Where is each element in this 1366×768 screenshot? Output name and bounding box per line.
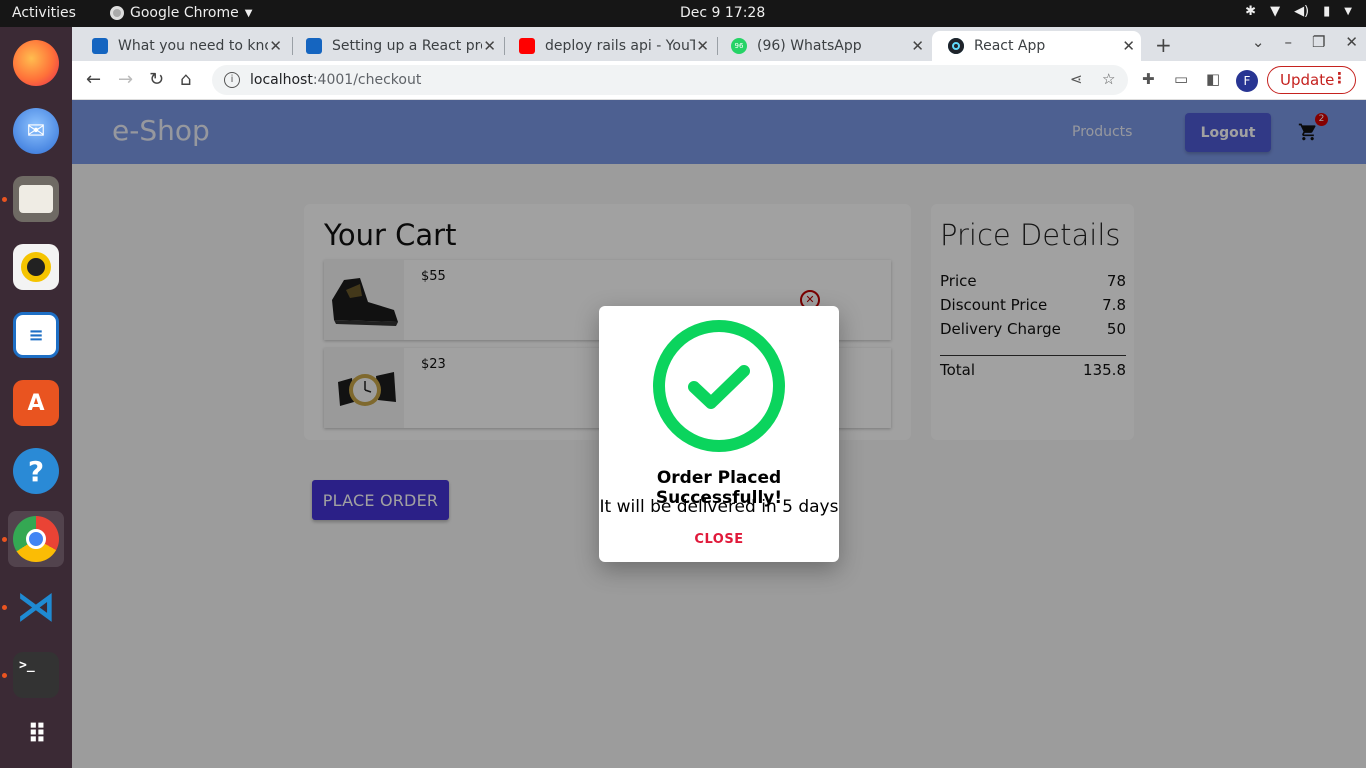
update-button[interactable]: Update ⋮: [1267, 66, 1356, 94]
extensions-icon[interactable]: ✚: [1142, 70, 1155, 88]
dialog-message: It will be delivered in 5 days: [599, 497, 839, 517]
dock-files[interactable]: [8, 171, 64, 227]
tab-3[interactable]: 96 (96) WhatsApp ✕: [715, 31, 930, 61]
window-controls: ⌄ – ❐ ✕: [1252, 33, 1358, 51]
dock-chrome[interactable]: [8, 511, 64, 567]
new-tab-button[interactable]: +: [1155, 33, 1172, 57]
tab-0[interactable]: What you need to know ✕: [76, 31, 288, 61]
order-success-dialog: Order Placed Successfully! It will be de…: [599, 306, 839, 562]
running-indicator: [2, 197, 7, 202]
tab-label: React App: [974, 38, 1046, 54]
writer-icon: ≡: [13, 312, 59, 358]
maximize-button[interactable]: ❐: [1312, 33, 1325, 51]
update-label: Update: [1280, 71, 1335, 89]
dock-writer[interactable]: ≡: [8, 307, 64, 363]
forward-button[interactable]: →: [118, 69, 133, 90]
dock-vscode[interactable]: ⋊: [8, 579, 64, 635]
thunderbird-icon: ✉: [13, 108, 59, 154]
tab-label: deploy rails api - YouTube: [545, 38, 695, 54]
react-favicon-icon: [948, 38, 964, 54]
close-tab-icon[interactable]: ✕: [696, 37, 709, 55]
profile-avatar[interactable]: F: [1236, 70, 1258, 92]
side-panel-icon[interactable]: ◧: [1206, 70, 1220, 88]
battery-icon: ▮: [1323, 4, 1331, 19]
close-tab-icon[interactable]: ✕: [911, 37, 924, 55]
dock-firefox[interactable]: [8, 35, 64, 91]
vscode-icon: ⋊: [16, 584, 56, 630]
dock-thunderbird[interactable]: ✉: [8, 103, 64, 159]
help-icon: ?: [13, 448, 59, 494]
url-host: localhost: [250, 72, 313, 88]
app-menu[interactable]: Google Chrome ▼: [110, 5, 252, 21]
dock-terminal[interactable]: >_: [8, 647, 64, 703]
whatsapp-favicon-icon: 96: [731, 38, 747, 54]
app-grid-icon: ⠿: [26, 720, 47, 750]
tab-1[interactable]: Setting up a React project ✕: [290, 31, 502, 61]
tab-strip: What you need to know ✕ Setting up a Rea…: [72, 27, 1366, 61]
dock-software[interactable]: A: [8, 375, 64, 431]
url-path: :4001/checkout: [312, 72, 422, 88]
video-favicon-icon: [306, 38, 322, 54]
web-page: e-Shop Products Logout 2 Your Cart $55 ✕…: [72, 100, 1366, 768]
dialog-close-button[interactable]: CLOSE: [599, 532, 839, 547]
running-indicator: [2, 537, 7, 542]
tab-label: What you need to know: [118, 38, 268, 54]
clock[interactable]: Dec 9 17:28: [680, 5, 765, 21]
power-menu-icon: ▼: [1344, 6, 1352, 17]
tab-4-active[interactable]: React App ✕: [932, 31, 1141, 61]
app-menu-label: Google Chrome: [130, 5, 239, 21]
running-indicator: [2, 673, 7, 678]
success-check-icon: [651, 319, 787, 459]
dock: ✉ ≡ A ? ⋊ >_ ⠿: [0, 27, 72, 768]
volume-icon: ◀): [1294, 4, 1310, 19]
menu-dots-icon: ⋮: [1332, 69, 1347, 87]
share-icon[interactable]: ⋖: [1070, 70, 1083, 88]
browser-window: What you need to know ✕ Setting up a Rea…: [72, 27, 1366, 768]
firefox-icon: [13, 40, 59, 86]
dock-rhythmbox[interactable]: [8, 239, 64, 295]
close-window-button[interactable]: ✕: [1345, 33, 1358, 51]
rhythmbox-icon: [13, 244, 59, 290]
tab-label: (96) WhatsApp: [757, 38, 862, 54]
chrome-small-icon: [110, 6, 124, 20]
home-button[interactable]: ⌂: [180, 69, 191, 90]
tab-2[interactable]: deploy rails api - YouTube ✕: [503, 31, 715, 61]
close-tab-icon[interactable]: ✕: [269, 37, 282, 55]
system-tray[interactable]: ✱ ▼ ◀) ▮ ▼: [1245, 4, 1352, 19]
site-info-icon[interactable]: i: [224, 72, 240, 88]
cast-icon[interactable]: ▭: [1174, 70, 1188, 88]
address-bar[interactable]: i localhost:4001/checkout: [212, 65, 1128, 95]
chrome-icon: [13, 516, 59, 562]
close-tab-icon[interactable]: ✕: [483, 37, 496, 55]
tab-label: Setting up a React project: [332, 38, 482, 54]
network-activity-icon: ✱: [1245, 4, 1257, 19]
terminal-icon: >_: [13, 652, 59, 698]
close-tab-icon[interactable]: ✕: [1122, 37, 1135, 55]
bookmark-star-icon[interactable]: ☆: [1102, 70, 1115, 88]
youtube-favicon-icon: [519, 38, 535, 54]
system-top-bar: Activities Google Chrome ▼ Dec 9 17:28 ✱…: [0, 0, 1366, 27]
wifi-icon: ▼: [1270, 4, 1281, 19]
caret-down-icon: ▼: [244, 7, 253, 19]
video-favicon-icon: [92, 38, 108, 54]
software-bag-icon: A: [13, 380, 59, 426]
files-icon: [13, 176, 59, 222]
running-indicator: [2, 605, 7, 610]
dock-show-apps[interactable]: ⠿: [8, 707, 64, 763]
tab-search-icon[interactable]: ⌄: [1252, 33, 1265, 51]
dock-help[interactable]: ?: [8, 443, 64, 499]
reload-button[interactable]: ↻: [149, 69, 164, 90]
browser-toolbar: ← → ↻ ⌂ i localhost:4001/checkout ⋖ ☆ ✚ …: [72, 61, 1366, 100]
activities-button[interactable]: Activities: [12, 5, 76, 21]
minimize-button[interactable]: –: [1284, 33, 1292, 51]
back-button[interactable]: ←: [86, 69, 101, 90]
